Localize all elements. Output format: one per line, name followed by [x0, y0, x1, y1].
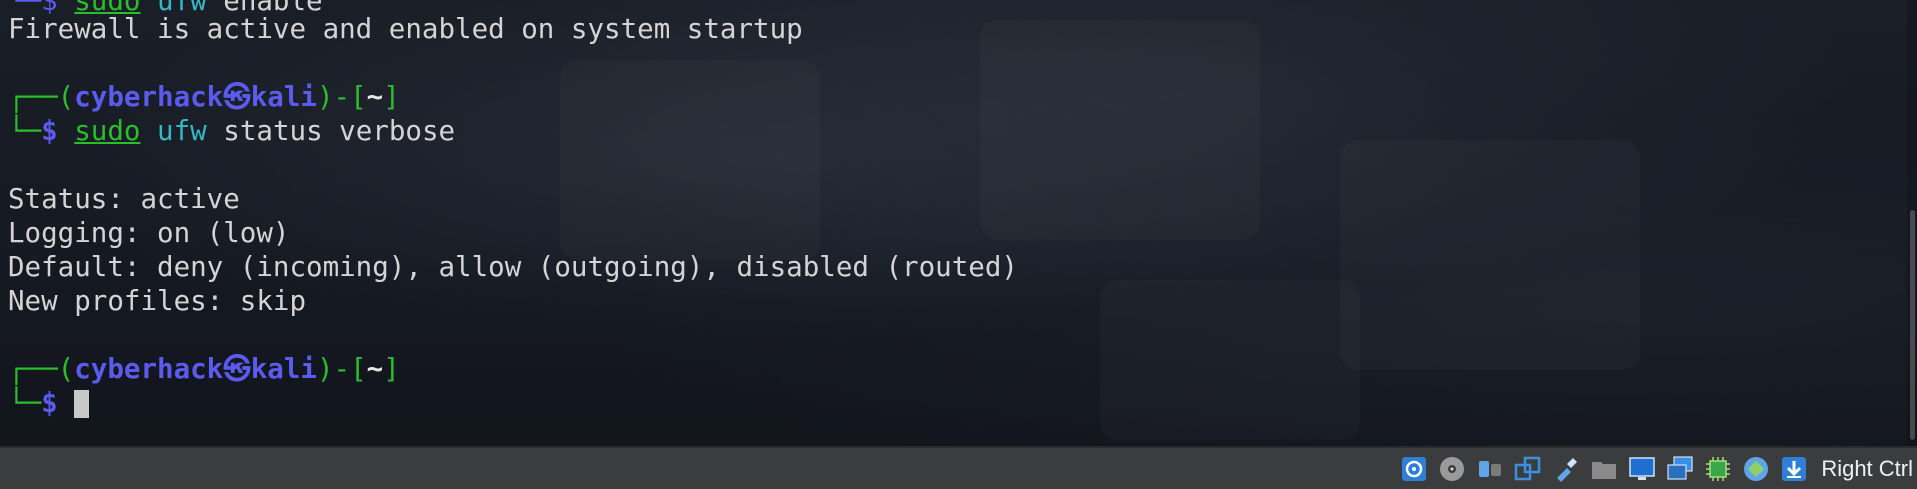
status-output-line: Status: active	[8, 183, 240, 215]
prompt-user-host: cyberhack㉿kali	[74, 81, 317, 113]
prompt-line-1: ┌──(cyberhack㉿kali)-[~]	[8, 81, 400, 113]
logging-output-line: Logging: on (low)	[8, 217, 290, 249]
command-line-1: └─$ sudo ufw status verbose	[8, 115, 456, 147]
scrollbar-thumb[interactable]	[1910, 210, 1915, 440]
firewall-output-line: Firewall is active and enabled on system…	[8, 13, 803, 45]
prompt-directory: ~	[366, 81, 384, 113]
shared-folders-icon[interactable]	[1589, 454, 1619, 484]
display-icon[interactable]	[1627, 454, 1657, 484]
host-key-label: Right Ctrl	[1821, 455, 1913, 481]
usb-icon[interactable]	[1551, 454, 1581, 484]
scrollbar[interactable]	[1907, 0, 1917, 446]
terminal-window[interactable]: └─$ sudo ufw enable Firewall is active a…	[0, 0, 1917, 446]
prompt-line-2: ┌──(cyberhack㉿kali)-[~]	[8, 353, 400, 385]
sudo-command: sudo	[74, 115, 141, 147]
command-line-2[interactable]: └─$	[8, 386, 90, 420]
recording-icon[interactable]	[1665, 454, 1695, 484]
default-output-line: Default: deny (incoming), allow (outgoin…	[8, 251, 1018, 283]
network-icon[interactable]	[1513, 454, 1543, 484]
text-cursor	[74, 390, 90, 418]
mouse-integration-icon[interactable]	[1741, 454, 1771, 484]
command-arguments: status verbose	[223, 115, 456, 147]
optical-drive-icon[interactable]	[1437, 454, 1467, 484]
ufw-command: ufw	[157, 115, 207, 147]
prompt-user-host: cyberhack㉿kali	[74, 353, 317, 385]
prompt-directory: ~	[366, 353, 384, 385]
audio-icon[interactable]	[1475, 454, 1505, 484]
profiles-output-line: New profiles: skip	[8, 285, 307, 317]
hard-disk-icon[interactable]	[1399, 454, 1429, 484]
vm-status-bar: Right Ctrl	[0, 446, 1917, 489]
status-tray: Right Ctrl	[1399, 448, 1917, 489]
keyboard-capture-icon[interactable]	[1779, 454, 1809, 484]
cpu-icon[interactable]	[1703, 454, 1733, 484]
